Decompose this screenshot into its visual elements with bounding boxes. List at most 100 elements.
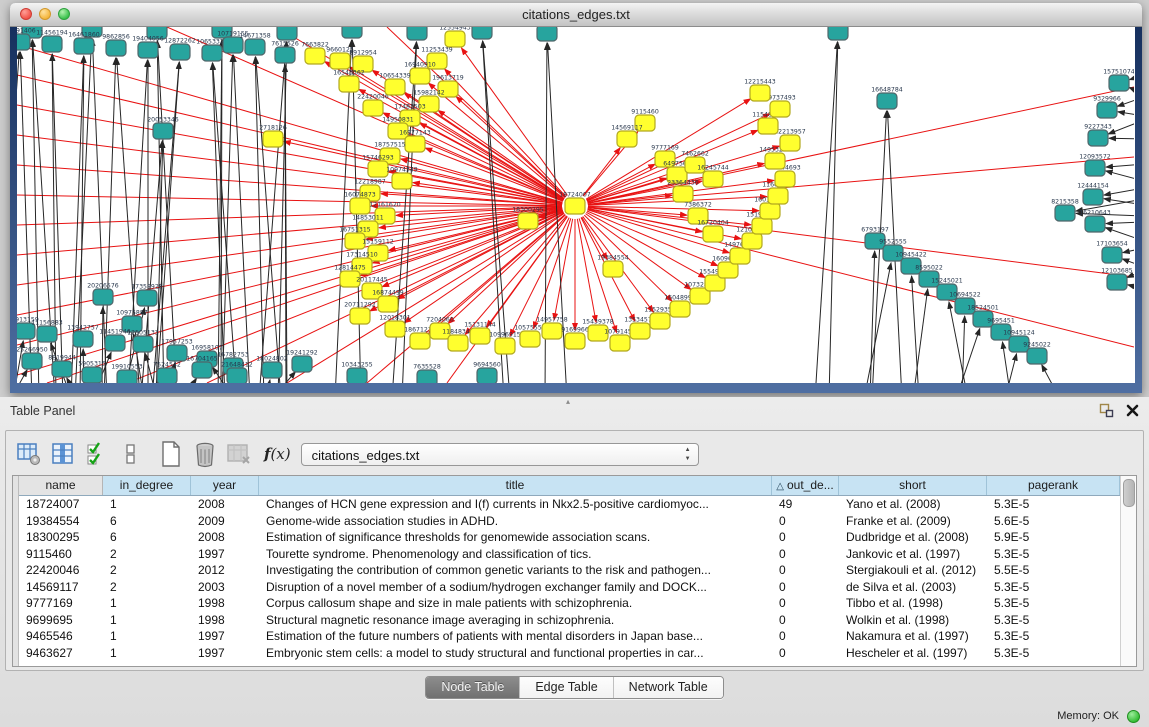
graph-node[interactable] <box>630 323 650 339</box>
graph-node[interactable] <box>292 356 312 372</box>
graph-node[interactable] <box>752 218 772 234</box>
graph-node[interactable] <box>610 335 630 351</box>
graph-node[interactable] <box>518 213 538 229</box>
graph-node[interactable] <box>153 123 173 139</box>
graph-node[interactable] <box>73 331 93 347</box>
table-row[interactable]: 946362711997Embryonic stem cells: a mode… <box>19 645 1120 662</box>
column-header-short[interactable]: short <box>839 476 987 495</box>
graph-node[interactable] <box>542 323 562 339</box>
graph-node[interactable] <box>368 161 388 177</box>
graph-node[interactable] <box>1085 216 1105 232</box>
graph-node[interactable] <box>157 368 177 383</box>
table-row[interactable]: 1456911722003Disruption of a novel membe… <box>19 579 1120 596</box>
graph-node[interactable] <box>117 370 137 383</box>
graph-node[interactable] <box>350 198 370 214</box>
graph-node[interactable] <box>472 27 492 39</box>
graph-node[interactable] <box>650 313 670 329</box>
column-header-in_degree[interactable]: in_degree <box>103 476 191 495</box>
graph-node[interactable] <box>775 171 795 187</box>
graph-node[interactable] <box>277 27 297 40</box>
graph-node[interactable] <box>565 333 585 349</box>
column-header-pagerank[interactable]: pagerank <box>987 476 1120 495</box>
column-header-year[interactable]: year <box>191 476 259 495</box>
graph-node[interactable] <box>305 48 325 64</box>
graph-node[interactable] <box>42 36 62 52</box>
graph-node[interactable] <box>780 135 800 151</box>
tab-edge-table[interactable]: Edge Table <box>520 677 613 698</box>
graph-node[interactable] <box>828 27 848 40</box>
table-row[interactable]: 969969511998Structural magnetic resonanc… <box>19 612 1120 629</box>
graph-node[interactable] <box>347 368 367 383</box>
graph-node[interactable] <box>703 226 723 242</box>
column-header-out_de[interactable]: △out_de... <box>772 476 839 495</box>
table-row[interactable]: 1830029562008Estimation of significance … <box>19 529 1120 546</box>
graph-node[interactable] <box>410 68 430 84</box>
graph-node[interactable] <box>670 301 690 317</box>
graph-node[interactable] <box>603 261 623 277</box>
graph-node[interactable] <box>405 136 425 152</box>
graph-node[interactable] <box>1055 205 1075 221</box>
column-header-name[interactable]: name <box>19 476 103 495</box>
graph-node[interactable] <box>617 131 637 147</box>
zoom-window-icon[interactable] <box>58 8 70 20</box>
row-height-icon[interactable] <box>116 439 146 469</box>
graph-node[interactable] <box>74 38 94 54</box>
graph-node[interactable] <box>339 76 359 92</box>
table-row[interactable]: 946554611997Estimation of the future num… <box>19 628 1120 645</box>
table-options-icon[interactable] <box>14 439 44 469</box>
graph-node[interactable] <box>17 34 30 50</box>
graph-node[interactable] <box>673 186 693 202</box>
graph-node[interactable] <box>750 85 770 101</box>
graph-node[interactable] <box>768 188 788 204</box>
table-row[interactable]: 1938455462009Genome-wide association stu… <box>19 513 1120 530</box>
graph-node[interactable] <box>106 40 126 56</box>
graph-node[interactable] <box>105 335 125 351</box>
graph-node[interactable] <box>275 47 295 63</box>
graph-node[interactable] <box>445 31 465 47</box>
graph-node[interactable] <box>392 173 412 189</box>
graph-node[interactable] <box>378 296 398 312</box>
column-select-check-icon[interactable] <box>82 439 112 469</box>
table-row[interactable]: 1872400712008Changes of HCN gene express… <box>19 496 1120 513</box>
table-row[interactable]: 977716911998Corpus callosum shape and si… <box>19 595 1120 612</box>
graph-node[interactable] <box>37 326 57 342</box>
graph-node[interactable] <box>245 39 265 55</box>
graph-node[interactable] <box>417 370 437 383</box>
panel-resize-grip[interactable]: ▴ <box>566 398 578 405</box>
column-visibility-icon[interactable] <box>48 439 78 469</box>
float-panel-icon[interactable] <box>1099 403 1114 423</box>
graph-node[interactable] <box>167 345 187 361</box>
graph-node[interactable] <box>495 338 515 354</box>
graph-node[interactable] <box>407 27 427 40</box>
graph-node[interactable] <box>385 321 405 337</box>
graph-node[interactable] <box>262 362 282 378</box>
network-graph[interactable]: 1872400724055741205532871527602264661609… <box>17 27 1134 383</box>
graph-node[interactable] <box>93 289 113 305</box>
graph-node[interactable] <box>1027 348 1047 364</box>
graph-node[interactable] <box>82 367 102 383</box>
graph-node[interactable] <box>1107 274 1127 290</box>
close-panel-icon[interactable] <box>1126 404 1139 422</box>
window-titlebar[interactable]: citations_edges.txt <box>10 3 1142 27</box>
graph-node[interactable] <box>22 353 42 369</box>
graph-node[interactable] <box>1097 102 1117 118</box>
graph-node[interactable] <box>703 171 723 187</box>
graph-node[interactable] <box>263 131 283 147</box>
scrollbar-thumb[interactable] <box>1123 479 1135 507</box>
graph-node[interactable] <box>350 308 370 324</box>
graph-node[interactable] <box>470 328 490 344</box>
table-vertical-scrollbar[interactable] <box>1120 476 1136 666</box>
graph-node[interactable] <box>448 335 468 351</box>
graph-node[interactable] <box>137 290 157 306</box>
new-table-icon[interactable] <box>156 439 186 469</box>
graph-node[interactable] <box>742 233 762 249</box>
network-canvas[interactable]: 1872400724055741205532871527602264661609… <box>17 27 1135 383</box>
graph-hub-node[interactable] <box>565 198 585 214</box>
graph-node[interactable] <box>537 27 557 41</box>
graph-node[interactable] <box>330 53 350 69</box>
table-source-dropdown[interactable]: citations_edges.txt ▲▼ <box>301 443 699 466</box>
table-row[interactable]: 2242004622012Investigating the contribut… <box>19 562 1120 579</box>
graph-node[interactable] <box>410 333 430 349</box>
graph-node[interactable] <box>760 203 780 219</box>
graph-node[interactable] <box>758 118 778 134</box>
